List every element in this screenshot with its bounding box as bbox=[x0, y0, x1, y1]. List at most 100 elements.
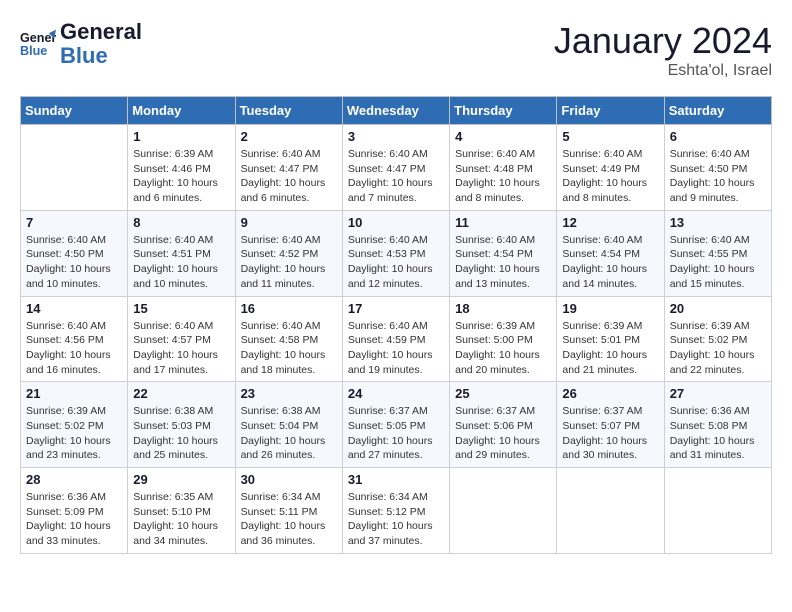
logo-icon: General Blue bbox=[20, 26, 56, 62]
day-number: 20 bbox=[670, 301, 766, 316]
calendar-cell: 27 Sunrise: 6:36 AM Sunset: 5:08 PM Dayli… bbox=[664, 382, 771, 468]
calendar-week-row: 28 Sunrise: 6:36 AM Sunset: 5:09 PM Dayli… bbox=[21, 468, 772, 554]
day-info: Sunrise: 6:40 AM Sunset: 4:50 PM Dayligh… bbox=[670, 147, 766, 206]
calendar-cell bbox=[450, 468, 557, 554]
weekday-header-cell: Saturday bbox=[664, 97, 771, 125]
day-number: 8 bbox=[133, 215, 229, 230]
page-header: General Blue GeneralBlue January 2024 Es… bbox=[20, 20, 772, 80]
weekday-header-cell: Tuesday bbox=[235, 97, 342, 125]
day-info: Sunrise: 6:39 AM Sunset: 4:46 PM Dayligh… bbox=[133, 147, 229, 206]
day-info: Sunrise: 6:40 AM Sunset: 4:51 PM Dayligh… bbox=[133, 233, 229, 292]
day-info: Sunrise: 6:40 AM Sunset: 4:59 PM Dayligh… bbox=[348, 319, 444, 378]
day-info: Sunrise: 6:39 AM Sunset: 5:01 PM Dayligh… bbox=[562, 319, 658, 378]
day-info: Sunrise: 6:40 AM Sunset: 4:47 PM Dayligh… bbox=[241, 147, 337, 206]
day-info: Sunrise: 6:38 AM Sunset: 5:03 PM Dayligh… bbox=[133, 404, 229, 463]
calendar-cell: 18 Sunrise: 6:39 AM Sunset: 5:00 PM Dayli… bbox=[450, 296, 557, 382]
day-info: Sunrise: 6:34 AM Sunset: 5:11 PM Dayligh… bbox=[241, 490, 337, 549]
calendar-week-row: 14 Sunrise: 6:40 AM Sunset: 4:56 PM Dayli… bbox=[21, 296, 772, 382]
day-info: Sunrise: 6:40 AM Sunset: 4:48 PM Dayligh… bbox=[455, 147, 551, 206]
day-number: 28 bbox=[26, 472, 122, 487]
day-info: Sunrise: 6:40 AM Sunset: 4:56 PM Dayligh… bbox=[26, 319, 122, 378]
logo-text: GeneralBlue bbox=[60, 20, 142, 68]
calendar-cell: 24 Sunrise: 6:37 AM Sunset: 5:05 PM Dayli… bbox=[342, 382, 449, 468]
day-info: Sunrise: 6:40 AM Sunset: 4:58 PM Dayligh… bbox=[241, 319, 337, 378]
day-number: 26 bbox=[562, 386, 658, 401]
day-info: Sunrise: 6:37 AM Sunset: 5:05 PM Dayligh… bbox=[348, 404, 444, 463]
weekday-header-cell: Friday bbox=[557, 97, 664, 125]
day-info: Sunrise: 6:40 AM Sunset: 4:53 PM Dayligh… bbox=[348, 233, 444, 292]
day-number: 5 bbox=[562, 129, 658, 144]
calendar-cell: 3 Sunrise: 6:40 AM Sunset: 4:47 PM Daylig… bbox=[342, 125, 449, 211]
day-number: 14 bbox=[26, 301, 122, 316]
calendar-cell: 31Sunrise: 6:34 AM Sunset: 5:12 PM Dayli… bbox=[342, 468, 449, 554]
day-info: Sunrise: 6:39 AM Sunset: 5:00 PM Dayligh… bbox=[455, 319, 551, 378]
calendar-week-row: 1Sunrise: 6:39 AM Sunset: 4:46 PM Daylig… bbox=[21, 125, 772, 211]
calendar-cell: 6 Sunrise: 6:40 AM Sunset: 4:50 PM Daylig… bbox=[664, 125, 771, 211]
calendar-cell: 30Sunrise: 6:34 AM Sunset: 5:11 PM Dayli… bbox=[235, 468, 342, 554]
day-number: 31 bbox=[348, 472, 444, 487]
day-number: 27 bbox=[670, 386, 766, 401]
day-info: Sunrise: 6:36 AM Sunset: 5:09 PM Dayligh… bbox=[26, 490, 122, 549]
calendar-cell: 10Sunrise: 6:40 AM Sunset: 4:53 PM Dayli… bbox=[342, 210, 449, 296]
day-number: 19 bbox=[562, 301, 658, 316]
calendar-cell: 14 Sunrise: 6:40 AM Sunset: 4:56 PM Dayli… bbox=[21, 296, 128, 382]
day-number: 24 bbox=[348, 386, 444, 401]
day-info: Sunrise: 6:39 AM Sunset: 5:02 PM Dayligh… bbox=[670, 319, 766, 378]
day-info: Sunrise: 6:40 AM Sunset: 4:57 PM Dayligh… bbox=[133, 319, 229, 378]
calendar-cell: 12 Sunrise: 6:40 AM Sunset: 4:54 PM Dayli… bbox=[557, 210, 664, 296]
day-number: 12 bbox=[562, 215, 658, 230]
calendar-cell: 2 Sunrise: 6:40 AM Sunset: 4:47 PM Daylig… bbox=[235, 125, 342, 211]
calendar-cell bbox=[664, 468, 771, 554]
location: Eshta'ol, Israel bbox=[554, 62, 772, 80]
day-info: Sunrise: 6:40 AM Sunset: 4:55 PM Dayligh… bbox=[670, 233, 766, 292]
calendar-cell: 17Sunrise: 6:40 AM Sunset: 4:59 PM Dayli… bbox=[342, 296, 449, 382]
day-number: 18 bbox=[455, 301, 551, 316]
day-info: Sunrise: 6:40 AM Sunset: 4:54 PM Dayligh… bbox=[562, 233, 658, 292]
day-number: 9 bbox=[241, 215, 337, 230]
day-number: 3 bbox=[348, 129, 444, 144]
day-number: 2 bbox=[241, 129, 337, 144]
day-info: Sunrise: 6:40 AM Sunset: 4:50 PM Dayligh… bbox=[26, 233, 122, 292]
calendar-cell: 1Sunrise: 6:39 AM Sunset: 4:46 PM Daylig… bbox=[128, 125, 235, 211]
day-number: 25 bbox=[455, 386, 551, 401]
day-info: Sunrise: 6:37 AM Sunset: 5:07 PM Dayligh… bbox=[562, 404, 658, 463]
calendar-week-row: 21Sunrise: 6:39 AM Sunset: 5:02 PM Dayli… bbox=[21, 382, 772, 468]
day-number: 21 bbox=[26, 386, 122, 401]
calendar-cell: 21Sunrise: 6:39 AM Sunset: 5:02 PM Dayli… bbox=[21, 382, 128, 468]
calendar-cell: 7 Sunrise: 6:40 AM Sunset: 4:50 PM Daylig… bbox=[21, 210, 128, 296]
day-number: 23 bbox=[241, 386, 337, 401]
calendar-cell: 28 Sunrise: 6:36 AM Sunset: 5:09 PM Dayli… bbox=[21, 468, 128, 554]
day-number: 4 bbox=[455, 129, 551, 144]
day-number: 7 bbox=[26, 215, 122, 230]
day-number: 16 bbox=[241, 301, 337, 316]
day-info: Sunrise: 6:36 AM Sunset: 5:08 PM Dayligh… bbox=[670, 404, 766, 463]
day-number: 11 bbox=[455, 215, 551, 230]
calendar-cell: 5Sunrise: 6:40 AM Sunset: 4:49 PM Daylig… bbox=[557, 125, 664, 211]
calendar-cell: 25Sunrise: 6:37 AM Sunset: 5:06 PM Dayli… bbox=[450, 382, 557, 468]
day-info: Sunrise: 6:40 AM Sunset: 4:52 PM Dayligh… bbox=[241, 233, 337, 292]
calendar-body: 1Sunrise: 6:39 AM Sunset: 4:46 PM Daylig… bbox=[21, 125, 772, 554]
day-number: 29 bbox=[133, 472, 229, 487]
weekday-header-cell: Monday bbox=[128, 97, 235, 125]
month-title: January 2024 bbox=[554, 20, 772, 62]
calendar-cell: 26 Sunrise: 6:37 AM Sunset: 5:07 PM Dayli… bbox=[557, 382, 664, 468]
calendar-cell: 8 Sunrise: 6:40 AM Sunset: 4:51 PM Daylig… bbox=[128, 210, 235, 296]
calendar-cell: 9 Sunrise: 6:40 AM Sunset: 4:52 PM Daylig… bbox=[235, 210, 342, 296]
day-info: Sunrise: 6:35 AM Sunset: 5:10 PM Dayligh… bbox=[133, 490, 229, 549]
day-info: Sunrise: 6:40 AM Sunset: 4:47 PM Dayligh… bbox=[348, 147, 444, 206]
day-info: Sunrise: 6:38 AM Sunset: 5:04 PM Dayligh… bbox=[241, 404, 337, 463]
day-number: 13 bbox=[670, 215, 766, 230]
calendar-cell: 20 Sunrise: 6:39 AM Sunset: 5:02 PM Dayli… bbox=[664, 296, 771, 382]
weekday-header-cell: Thursday bbox=[450, 97, 557, 125]
calendar-cell: 11Sunrise: 6:40 AM Sunset: 4:54 PM Dayli… bbox=[450, 210, 557, 296]
calendar-cell: 22 Sunrise: 6:38 AM Sunset: 5:03 PM Dayli… bbox=[128, 382, 235, 468]
title-block: January 2024 Eshta'ol, Israel bbox=[554, 20, 772, 80]
calendar-cell: 4 Sunrise: 6:40 AM Sunset: 4:48 PM Daylig… bbox=[450, 125, 557, 211]
day-number: 6 bbox=[670, 129, 766, 144]
calendar-cell: 15 Sunrise: 6:40 AM Sunset: 4:57 PM Dayli… bbox=[128, 296, 235, 382]
weekday-header-row: SundayMondayTuesdayWednesdayThursdayFrid… bbox=[21, 97, 772, 125]
day-number: 22 bbox=[133, 386, 229, 401]
calendar-cell: 16 Sunrise: 6:40 AM Sunset: 4:58 PM Dayli… bbox=[235, 296, 342, 382]
day-number: 15 bbox=[133, 301, 229, 316]
calendar-week-row: 7 Sunrise: 6:40 AM Sunset: 4:50 PM Daylig… bbox=[21, 210, 772, 296]
